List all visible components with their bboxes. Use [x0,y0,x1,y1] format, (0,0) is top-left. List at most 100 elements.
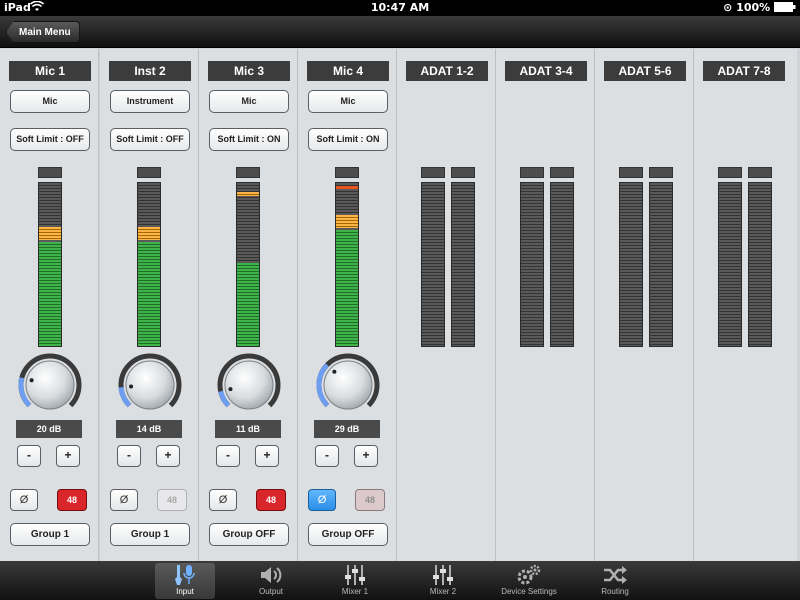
tab-label: Routing [601,587,629,596]
level-meter [335,167,359,347]
soft-limit-button[interactable]: Soft Limit : OFF [110,128,190,151]
adat-level-meter [718,167,742,347]
channel-name: Mic 1 [9,61,91,81]
gain-readout: 14 dB [116,420,182,438]
clip-indicator [718,167,742,178]
clock: 10:47 AM [370,1,430,14]
adat-channel-name: ADAT 3-4 [505,61,587,81]
meter-bar [335,182,359,347]
meter-yellow-segment [39,227,61,240]
channel-strip: Mic 3 Mic Soft Limit : ON 11 dB - + Ø 48 Group O… [199,49,298,561]
phase-invert-button[interactable]: Ø [10,489,38,511]
level-meter [137,167,161,347]
gain-decrease-button[interactable]: - [216,445,240,467]
gain-knob[interactable] [315,352,381,418]
tab-mixer-2[interactable]: Mixer 2 [412,563,474,599]
meter-bar [137,182,161,347]
gain-increase-button[interactable]: + [354,445,378,467]
gain-knob[interactable] [17,352,83,418]
phantom-power-button[interactable]: 48 [157,489,187,511]
clip-indicator [236,167,260,178]
tab-mixer-1[interactable]: Mixer 1 [324,563,386,599]
gears-icon [497,563,561,587]
clip-indicator [748,167,772,178]
phantom-power-button[interactable]: 48 [57,489,87,511]
routing-arrows-icon [584,563,646,587]
channel-name: Mic 3 [208,61,290,81]
orientation-lock-icon: ⊙ [723,1,733,14]
tab-input[interactable]: Input [155,563,215,599]
gain-decrease-button[interactable]: - [117,445,141,467]
phase-invert-button[interactable]: Ø [110,489,138,511]
gain-decrease-button[interactable]: - [315,445,339,467]
adat-level-meter [421,167,445,347]
meter-green-segment [138,242,160,346]
phantom-power-button[interactable]: 48 [256,489,286,511]
adat-channel-strip: ADAT 3-4 [496,49,595,561]
faders-icon [324,563,386,587]
tab-label: Device Settings [501,587,557,596]
channel-strip: Mic 1 Mic Soft Limit : OFF 20 dB - + Ø 48 Group … [0,49,99,561]
adat-level-meter [619,167,643,347]
soft-limit-button[interactable]: Soft Limit : ON [209,128,289,151]
group-button[interactable]: Group 1 [110,523,190,546]
input-type-button[interactable]: Mic [10,90,90,113]
adat-channel-strip: ADAT 5-6 [595,49,694,561]
meter-bar [520,182,544,347]
adat-level-meter [550,167,574,347]
clip-indicator [421,167,445,178]
soft-limit-button[interactable]: Soft Limit : ON [308,128,388,151]
status-bar: iPad 10:47 AM ⊙ 100% [0,0,800,16]
soft-limit-button[interactable]: Soft Limit : OFF [10,128,90,151]
meter-green-segment [336,230,358,346]
tab-label: Input [176,587,194,596]
group-button[interactable]: Group OFF [308,523,388,546]
tab-bar: Input Output Mixer 1 Mixer 2 Device Settings… [0,561,800,600]
speaker-icon [240,563,302,587]
clip-indicator [451,167,475,178]
gain-knob[interactable] [216,352,282,418]
clip-indicator [619,167,643,178]
meter-peak-segment [336,186,358,189]
battery-icon [774,1,796,14]
meter-yellow-segment [336,215,358,228]
adat-channel-name: ADAT 1-2 [406,61,488,81]
input-type-button[interactable]: Mic [209,90,289,113]
faders-icon [412,563,474,587]
main-menu-button[interactable]: Main Menu [6,21,80,43]
phantom-power-button[interactable]: 48 [355,489,385,511]
adat-channel-name: ADAT 7-8 [703,61,785,81]
group-button[interactable]: Group OFF [209,523,289,546]
tab-output[interactable]: Output [240,563,302,599]
tab-device-settings[interactable]: Device Settings [497,563,561,599]
gain-decrease-button[interactable]: - [17,445,41,467]
level-meter [38,167,62,347]
clip-indicator [550,167,574,178]
phase-invert-button[interactable]: Ø [209,489,237,511]
input-type-button[interactable]: Instrument [110,90,190,113]
meter-bar [421,182,445,347]
tab-label: Mixer 1 [341,587,369,596]
meter-green-segment [39,242,61,346]
clip-indicator [520,167,544,178]
meter-bar [550,182,574,347]
gain-increase-button[interactable]: + [156,445,180,467]
meter-bar [236,182,260,347]
phase-invert-button[interactable]: Ø [308,489,336,511]
gain-readout: 20 dB [16,420,82,438]
navigation-bar: Main Menu [0,16,800,48]
clip-indicator [137,167,161,178]
group-button[interactable]: Group 1 [10,523,90,546]
meter-yellow-segment [237,192,259,196]
gain-knob[interactable] [117,352,183,418]
tab-label: Mixer 2 [429,587,457,596]
input-type-button[interactable]: Mic [308,90,388,113]
gain-increase-button[interactable]: + [56,445,80,467]
channel-name: Inst 2 [109,61,191,81]
adat-level-meter [649,167,673,347]
input-channels: Mic 1 Mic Soft Limit : OFF 20 dB - + Ø 48 Group … [0,49,800,561]
tab-routing[interactable]: Routing [584,563,646,599]
meter-bar [451,182,475,347]
gain-increase-button[interactable]: + [255,445,279,467]
channel-name: Mic 4 [307,61,389,81]
